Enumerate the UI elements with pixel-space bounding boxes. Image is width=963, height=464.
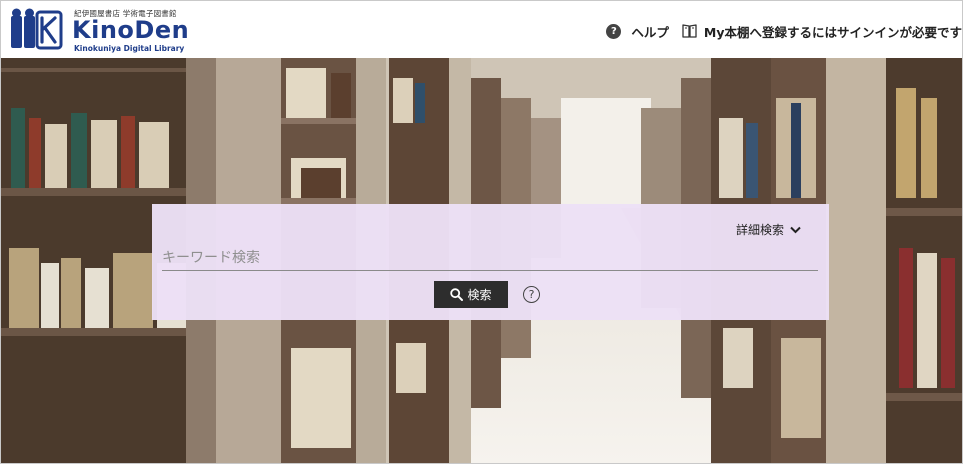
- search-button-label: 検索: [467, 288, 492, 302]
- search-icon: [450, 288, 464, 301]
- help-circle-icon[interactable]: ?: [606, 23, 622, 39]
- advanced-search-label: 詳細検索: [735, 223, 784, 237]
- kinoden-logo-icon: [11, 8, 63, 50]
- page-frame: 紀伊國屋書店 学術電子図書館 KinoDen Kinokuniya Digita…: [0, 0, 963, 464]
- myshelf-signin-notice[interactable]: My本棚へ登録するにはサインインが必要です: [704, 22, 962, 41]
- keyword-search-input[interactable]: [162, 246, 818, 271]
- advanced-search-toggle[interactable]: 詳細検索: [736, 221, 801, 238]
- help-link[interactable]: ヘルプ: [631, 22, 669, 41]
- search-button[interactable]: 検索: [434, 281, 508, 308]
- logo-wordmark: KinoDen: [72, 16, 190, 44]
- chevron-down-icon: [790, 226, 801, 233]
- question-circle-icon[interactable]: ?: [523, 286, 540, 303]
- search-panel: 詳細検索 検索 ?: [152, 204, 829, 320]
- kinoden-logo[interactable]: 紀伊國屋書店 学術電子図書館 KinoDen Kinokuniya Digita…: [11, 6, 201, 54]
- header-actions: ? ヘルプ My本棚へ登録するにはサインインが必要です: [606, 19, 962, 43]
- bookshelf-icon[interactable]: [681, 23, 698, 39]
- logo-subtitle: Kinokuniya Digital Library: [74, 44, 185, 53]
- site-header: 紀伊國屋書店 学術電子図書館 KinoDen Kinokuniya Digita…: [1, 1, 962, 58]
